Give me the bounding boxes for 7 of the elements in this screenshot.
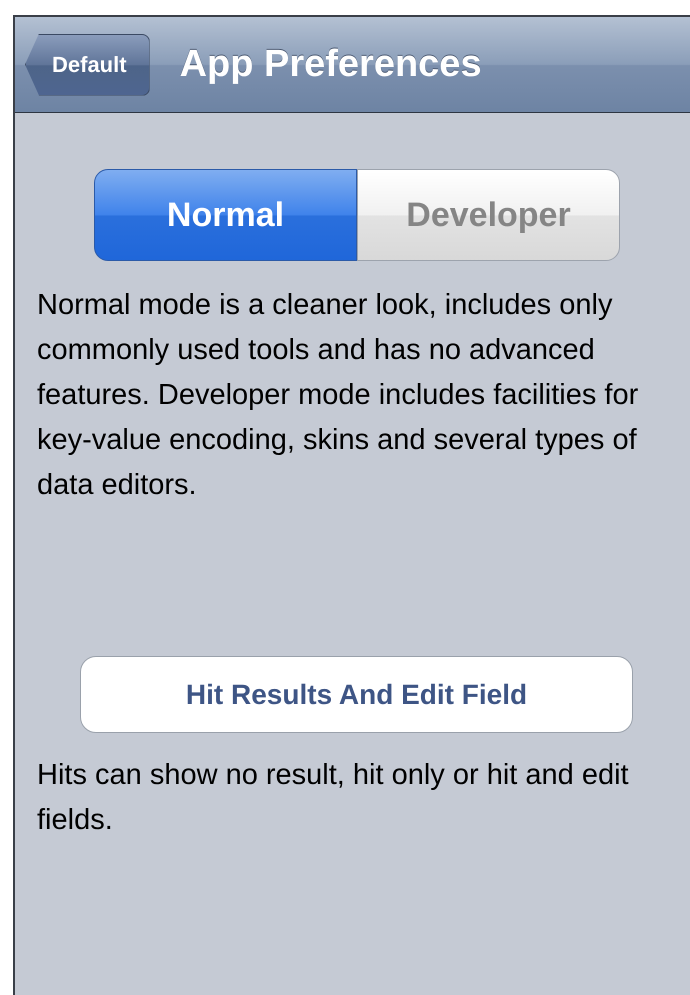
hit-results-button[interactable]: Hit Results And Edit Field [80, 656, 633, 733]
hit-description: Hits can show no result, hit only or hit and edit fields. [37, 758, 630, 838]
window-title: App Preferences [180, 42, 482, 87]
back-button[interactable]: Default [25, 34, 150, 96]
mode-description: Normal mode is a cleaner look, includes only commonly used tools and has no advanced features. Developer mode includes facilities for key-value encoding, skins and several types of data editors. [37, 288, 640, 503]
segment-tab[interactable]: Normal [94, 169, 357, 261]
segment-tab[interactable]: Developer [357, 169, 620, 261]
